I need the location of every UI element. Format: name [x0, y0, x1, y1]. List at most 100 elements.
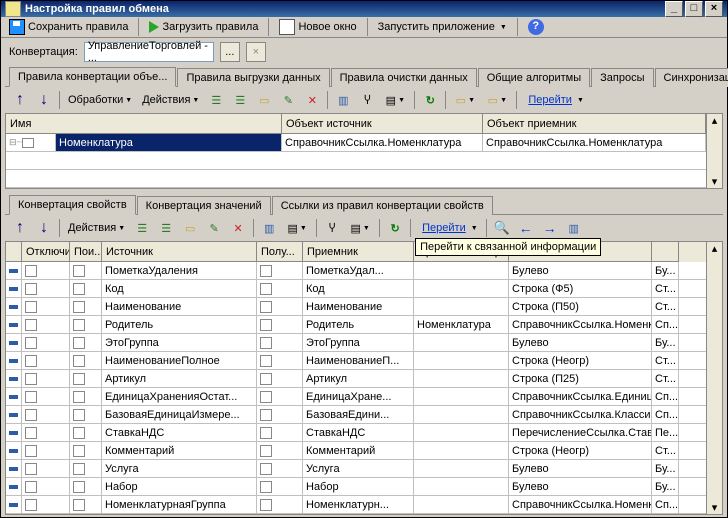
tb2-folder[interactable]: ▭: [179, 217, 201, 239]
table-row[interactable]: ⊟┈ Номенклатура СправочникСсылка.Номенкл…: [6, 134, 706, 152]
table-row[interactable]: НаименованиеНаименованиеСтрока (П50)Ст..…: [6, 298, 706, 316]
checkbox[interactable]: [260, 355, 272, 367]
checkbox[interactable]: [25, 373, 37, 385]
tb2-filter[interactable]: ▥: [258, 217, 280, 239]
checkbox[interactable]: [73, 481, 85, 493]
move-down-button[interactable]: ↓: [33, 89, 55, 111]
checkbox[interactable]: [260, 319, 272, 331]
tb2-sort2[interactable]: ▤▼: [282, 217, 312, 239]
checkbox[interactable]: [73, 463, 85, 475]
checkbox[interactable]: [25, 481, 37, 493]
col-search[interactable]: Пои...: [70, 242, 102, 262]
maximize-button[interactable]: □: [685, 1, 703, 17]
tb-add2[interactable]: ☰: [229, 89, 251, 111]
tab-value-conversion[interactable]: Конвертация значений: [137, 196, 271, 215]
tb-filter[interactable]: ▥: [332, 89, 354, 111]
search-button[interactable]: 🔍: [491, 217, 513, 239]
table-row[interactable]: КомментарийКомментарийСтрока (Неогр)Ст..…: [6, 442, 706, 460]
move-up-button-2[interactable]: ↑: [9, 217, 31, 239]
tb2-funnel[interactable]: Ⴤ: [321, 217, 343, 239]
properties-grid[interactable]: Отключи... Пои... Источник Полу... Прием…: [5, 241, 723, 515]
goto-menu-1[interactable]: Перейти▼: [521, 92, 588, 108]
tb-add[interactable]: ☰: [205, 89, 227, 111]
tab-algorithms[interactable]: Общие алгоритмы: [478, 68, 590, 87]
col-marker[interactable]: [6, 242, 22, 262]
checkbox[interactable]: [73, 499, 85, 511]
checkbox[interactable]: [73, 427, 85, 439]
checkbox[interactable]: [25, 445, 37, 457]
checkbox[interactable]: [73, 301, 85, 313]
tb2-sort[interactable]: ▤▼: [345, 217, 375, 239]
checkbox[interactable]: [73, 373, 85, 385]
help-button[interactable]: ?: [524, 17, 548, 37]
table-row[interactable]: НаименованиеПолноеНаименованиеП...Строка…: [6, 352, 706, 370]
tab-queries[interactable]: Запросы: [591, 68, 653, 87]
checkbox[interactable]: [25, 301, 37, 313]
close-button[interactable]: ×: [705, 1, 723, 17]
tab-prop-conversion[interactable]: Конвертация свойств: [9, 195, 136, 215]
checkbox[interactable]: [73, 445, 85, 457]
checkbox[interactable]: [25, 265, 37, 277]
table-row[interactable]: СтавкаНДССтавкаНДСПеречислениеСсылка.Ста…: [6, 424, 706, 442]
table-row[interactable]: НоменклатурнаяГруппаНоменклатурн...Справ…: [6, 496, 706, 514]
scrollbar-2[interactable]: ▴▾: [706, 242, 722, 514]
load-rules-button[interactable]: Загрузить правила: [145, 19, 262, 35]
tb-yellow1[interactable]: ▭▼: [450, 89, 480, 111]
checkbox[interactable]: [260, 463, 272, 475]
tab-conversion-rules[interactable]: Правила конвертации объе...: [9, 67, 176, 87]
checkbox[interactable]: [73, 283, 85, 295]
tb2-edit[interactable]: ✎: [203, 217, 225, 239]
tb-yellow2[interactable]: ▭▼: [482, 89, 512, 111]
move-up-button[interactable]: ↑: [9, 89, 31, 111]
tab-sync[interactable]: Синхронизация: [655, 68, 728, 87]
col-get[interactable]: Полу...: [257, 242, 303, 262]
checkbox[interactable]: [260, 301, 272, 313]
tb2-extra[interactable]: ▥: [563, 217, 585, 239]
table-row[interactable]: ЭтоГруппаЭтоГруппаБулевоБу...: [6, 334, 706, 352]
tb-folder[interactable]: ▭: [253, 89, 275, 111]
arrow-left-button[interactable]: ←: [515, 217, 537, 239]
tb2-refresh[interactable]: ↻: [384, 217, 406, 239]
tb2-delete[interactable]: ✕: [227, 217, 249, 239]
col-rule[interactable]: Правило конверт...: [414, 242, 509, 262]
table-row[interactable]: БазоваяЕдиницаИзмере...БазоваяЕдини...Сп…: [6, 406, 706, 424]
checkbox[interactable]: [73, 409, 85, 421]
col-type[interactable]: [509, 242, 652, 262]
objects-grid[interactable]: Имя Объект источник Объект приемник ⊟┈ Н…: [5, 113, 723, 189]
checkbox[interactable]: [25, 355, 37, 367]
tb-edit[interactable]: ✎: [277, 89, 299, 111]
checkbox[interactable]: [260, 265, 272, 277]
tb2-add2[interactable]: ☰: [155, 217, 177, 239]
checkbox[interactable]: [25, 499, 37, 511]
move-down-button-2[interactable]: ↓: [33, 217, 55, 239]
checkbox[interactable]: [25, 337, 37, 349]
table-row[interactable]: УслугаУслугаБулевоБу...: [6, 460, 706, 478]
goto-menu-2[interactable]: Перейти▼ Перейти к связанной информации: [415, 220, 482, 236]
scrollbar[interactable]: ▴▾: [706, 114, 722, 188]
checkbox[interactable]: [260, 409, 272, 421]
checkbox[interactable]: [25, 409, 37, 421]
tb-refresh[interactable]: ↻: [419, 89, 441, 111]
table-row[interactable]: ЕдиницаХраненияОстат...ЕдиницаХране...Сп…: [6, 388, 706, 406]
checkbox[interactable]: [73, 319, 85, 331]
conversion-input[interactable]: УправлениеТорговлей - ...: [84, 42, 214, 62]
actions-menu-2[interactable]: Действия▼: [64, 220, 129, 236]
save-rules-button[interactable]: Сохранить правила: [5, 17, 132, 37]
col-source[interactable]: Источник: [102, 242, 257, 262]
checkbox[interactable]: [73, 355, 85, 367]
checkbox[interactable]: [25, 463, 37, 475]
processing-menu[interactable]: Обработки▼: [64, 92, 136, 108]
col-source-obj[interactable]: Объект источник: [282, 114, 483, 134]
col-disabled[interactable]: Отключи...: [22, 242, 70, 262]
checkbox[interactable]: [260, 391, 272, 403]
tab-cleanup-rules[interactable]: Правила очистки данных: [331, 68, 477, 87]
checkbox[interactable]: [260, 283, 272, 295]
col-dest-obj[interactable]: Объект приемник: [483, 114, 706, 134]
checkbox[interactable]: [25, 319, 37, 331]
tb2-add[interactable]: ☰: [131, 217, 153, 239]
table-row[interactable]: ПометкаУдаленияПометкаУдал...БулевоБу...: [6, 262, 706, 280]
table-row[interactable]: РодительРодительНоменклатураСправочникСс…: [6, 316, 706, 334]
checkbox[interactable]: [25, 391, 37, 403]
minimize-button[interactable]: _: [665, 1, 683, 17]
col-extra[interactable]: [652, 242, 679, 262]
